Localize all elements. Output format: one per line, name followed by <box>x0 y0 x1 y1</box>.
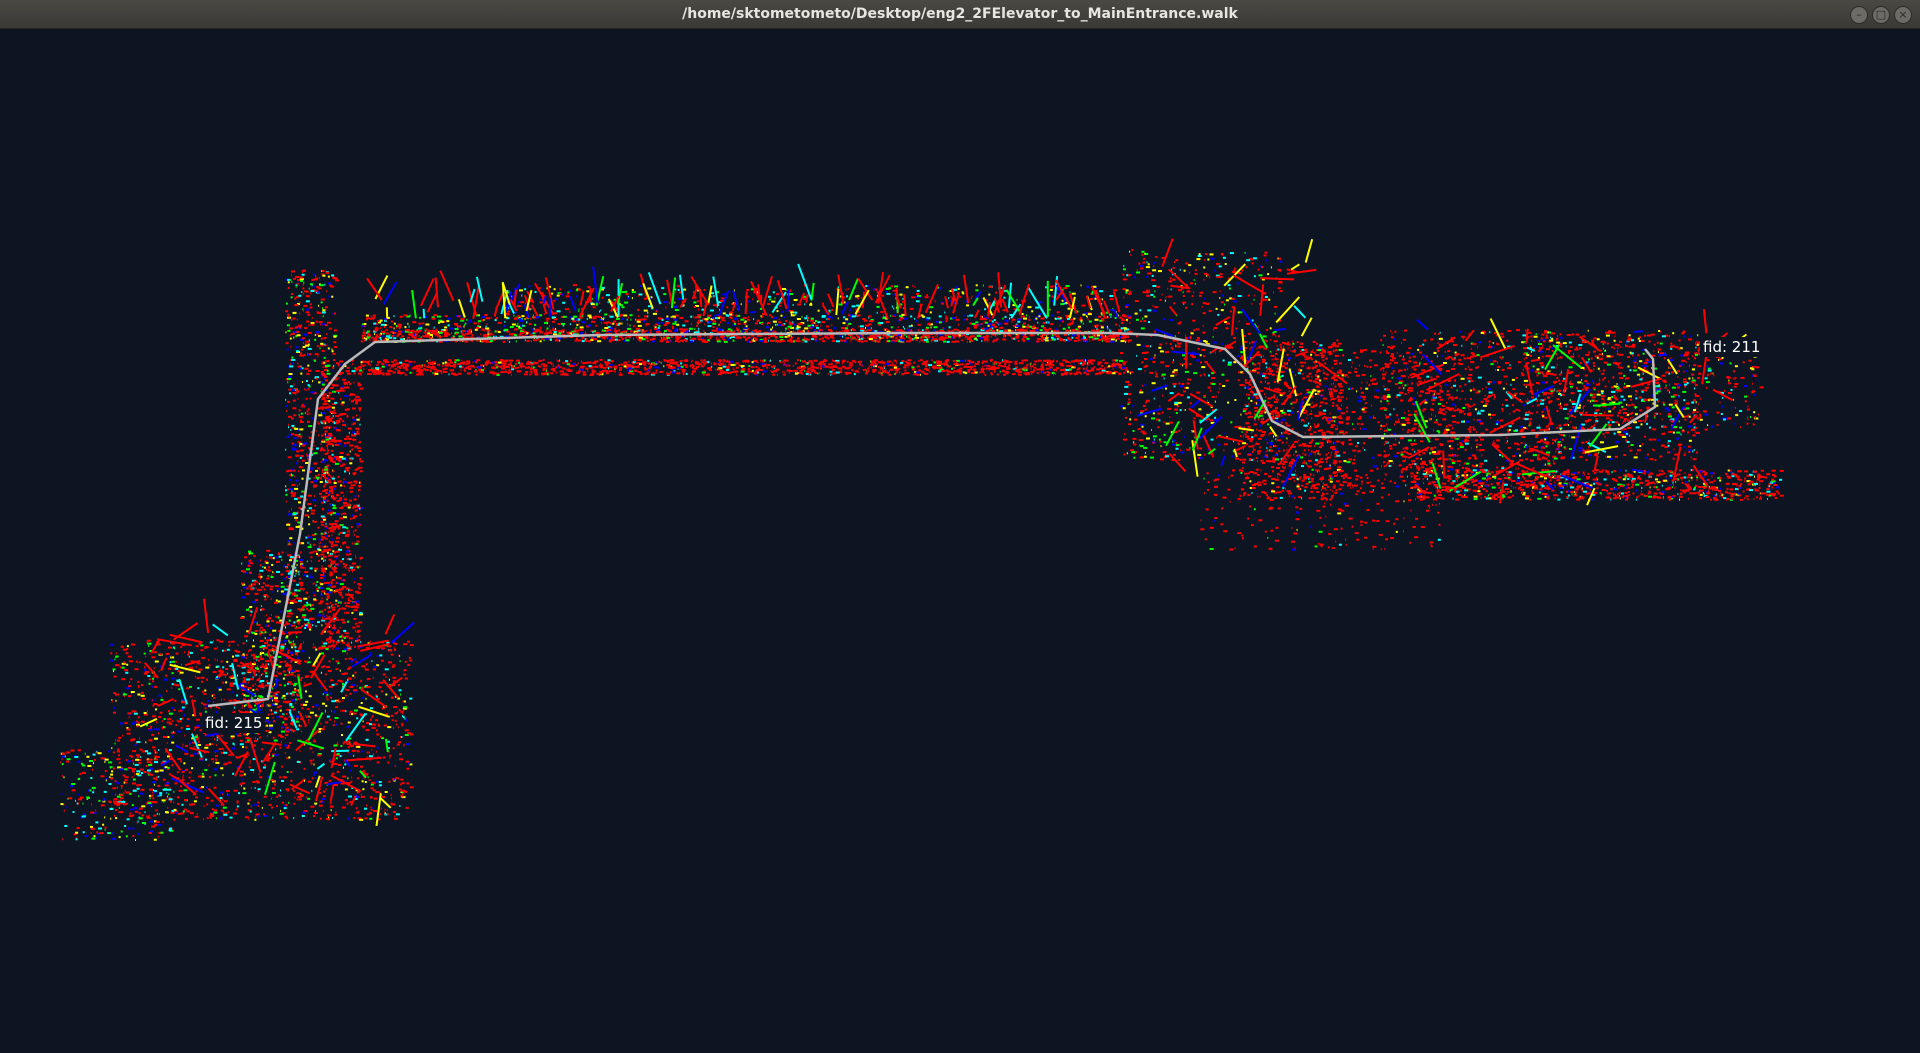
maximize-icon[interactable]: □ <box>1872 6 1890 24</box>
point-cloud-viewport[interactable]: fid: 215 fid: 211 <box>0 29 1920 1053</box>
window-title: /home/sktometometo/Desktop/eng2_2FElevat… <box>682 6 1238 22</box>
app-window: /home/sktometometo/Desktop/eng2_2FElevat… <box>0 0 1920 1053</box>
point-cloud-map <box>60 238 1784 841</box>
minimize-icon[interactable]: – <box>1850 6 1868 24</box>
fiducial-label-215: fid: 215 <box>202 713 266 733</box>
window-controls: – □ × <box>1850 6 1912 24</box>
fiducial-label-211: fid: 211 <box>1700 337 1764 357</box>
point-cloud-points <box>60 238 1784 841</box>
walk-trajectory-path <box>207 331 1657 708</box>
close-icon[interactable]: × <box>1894 6 1912 24</box>
title-bar[interactable]: /home/sktometometo/Desktop/eng2_2FElevat… <box>0 0 1920 29</box>
